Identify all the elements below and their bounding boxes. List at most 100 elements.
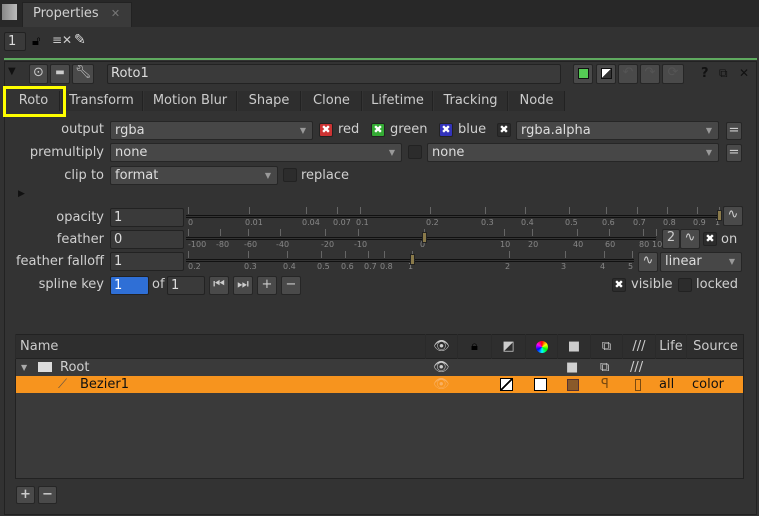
slider-handle[interactable]	[410, 254, 415, 265]
viewer-icon[interactable]: ⊙	[29, 64, 48, 84]
col-motion-blur-icon[interactable]: ⧉	[590, 334, 622, 359]
red-checkbox[interactable]: ✖	[319, 123, 333, 137]
collapse-icon[interactable]: ▼	[8, 66, 16, 77]
settings-wrench-icon[interactable]: 🔧︎	[72, 64, 94, 84]
slider-tick	[345, 251, 346, 258]
slider-tick	[306, 207, 307, 214]
bezier-blend-icon[interactable]	[567, 379, 579, 391]
locked-checkbox[interactable]	[678, 278, 692, 292]
slider-tick-label: 0.07	[333, 218, 351, 227]
output-dropdown[interactable]: rgba ▼	[110, 121, 313, 140]
tab-transform[interactable]: Transform	[61, 91, 143, 111]
slider-tick-label: 0.7	[633, 218, 646, 227]
bezier-visible-icon[interactable]: 👁︎	[433, 376, 450, 393]
slider-tick-label: 0.5	[317, 262, 330, 271]
premultiply-dropdown[interactable]: none ▼	[110, 143, 402, 162]
spline-key-input[interactable]: 1	[110, 276, 149, 295]
feather-curve-icon[interactable]: ∿	[680, 229, 700, 249]
tab-node[interactable]: Node	[509, 91, 565, 111]
slider-handle[interactable]	[422, 232, 427, 243]
falloff-type-dropdown[interactable]: linear ▼	[660, 252, 742, 272]
col-blend-icon[interactable]: ■	[557, 334, 590, 359]
properties-tab[interactable]: Properties ✕	[22, 2, 132, 27]
slider-tick	[509, 251, 510, 258]
clip-to-dropdown[interactable]: format ▼	[110, 166, 278, 185]
premultiply-link-button[interactable]: =	[726, 144, 742, 162]
slider-handle[interactable]	[717, 210, 722, 221]
premultiply-checkbox[interactable]	[408, 145, 422, 159]
slider-tick-label: 5	[628, 262, 634, 271]
col-visible-icon[interactable]: 👁︎	[425, 334, 457, 359]
col-source[interactable]: Source	[686, 334, 744, 359]
slider-tick	[358, 229, 359, 236]
col-name[interactable]: Name	[15, 334, 425, 359]
remove-key-icon[interactable]: −	[281, 276, 301, 295]
bezier-motion-blur-icon[interactable]: ꟼ	[601, 376, 609, 393]
visible-checkbox[interactable]: ✖	[612, 278, 626, 292]
bezier-invert-icon[interactable]	[500, 378, 513, 391]
close-tab-icon[interactable]: ✕	[111, 7, 120, 20]
float-icon[interactable]: ⧉	[719, 66, 728, 81]
output-label: output	[61, 122, 104, 137]
prev-key-icon[interactable]: ⏮	[209, 276, 229, 295]
opacity-slider[interactable]: 0 0.01 0.04 0.07 0.1 0.2 0.3 0.4 0.5 0.6 0.7 0.8 0.9…	[186, 207, 722, 229]
col-invert-icon[interactable]: ◩	[491, 334, 525, 359]
opacity-input[interactable]: 1	[110, 208, 184, 227]
close-node-icon[interactable]: ✕	[739, 66, 749, 80]
alpha-dropdown[interactable]: rgba.alpha ▼	[516, 121, 719, 140]
bezier-feather-icon[interactable]	[635, 379, 641, 391]
feather-on-checkbox[interactable]: ✖	[703, 232, 717, 246]
feather-falloff-slider[interactable]: 0.2 0.3 0.4 0.5 0.6 0.7 0.8 1 2 3 4 5	[186, 251, 634, 273]
next-key-icon[interactable]: ⏭	[233, 276, 253, 295]
root-visible-icon[interactable]: 👁︎	[433, 359, 450, 376]
tab-clone[interactable]: Clone	[302, 91, 362, 111]
blue-checkbox[interactable]: ✖	[439, 123, 453, 137]
add-key-icon[interactable]: +	[257, 276, 277, 295]
col-color-icon[interactable]	[525, 334, 557, 359]
overlay-toggle-icon[interactable]	[596, 64, 616, 84]
replace-checkbox[interactable]	[283, 168, 297, 182]
revert-icon[interactable]: ⟳	[662, 64, 684, 84]
slider-tick-label: -80	[216, 240, 230, 249]
col-feather-icon[interactable]: ///	[622, 334, 655, 359]
max-panels-input[interactable]: 1	[4, 32, 26, 51]
feather-falloff-input[interactable]: 1	[110, 252, 184, 271]
green-toggle-icon[interactable]	[573, 64, 593, 84]
output-link-button[interactable]: =	[726, 122, 742, 140]
tab-shape[interactable]: Shape	[238, 91, 301, 111]
lock-icon[interactable]: 🔓︎	[32, 34, 40, 49]
redo-icon[interactable]: ↷	[640, 64, 660, 84]
help-icon[interactable]: ?	[701, 66, 709, 81]
feather-count-button[interactable]: 2	[662, 229, 680, 249]
add-shape-button[interactable]: +	[16, 486, 35, 504]
node-name-input[interactable]: Roto1	[107, 64, 561, 84]
opacity-curve-icon[interactable]: ∿	[723, 206, 743, 226]
pencil-icon[interactable]: ✎	[74, 32, 86, 48]
red-label: red	[338, 122, 360, 137]
table-row-bezier[interactable]: ⟋ Bezier1 👁︎ ꟼ all color	[16, 376, 743, 393]
tab-tracking[interactable]: Tracking	[434, 91, 508, 111]
expand-root-icon[interactable]: ▼	[21, 359, 27, 376]
clear-panel-icon[interactable]: ≡✕	[52, 33, 72, 47]
node-color-icon[interactable]: ▬	[50, 64, 70, 84]
green-checkbox[interactable]: ✖	[371, 123, 385, 137]
panel-menu-icon[interactable]	[2, 4, 17, 20]
root-motion-blur-icon[interactable]: ⧉	[600, 359, 609, 376]
expand-arrow-icon[interactable]: ▶	[18, 189, 25, 199]
remove-shape-button[interactable]: −	[38, 486, 57, 504]
table-row-root[interactable]: ▼ Root 👁︎ ■ ⧉ ///	[16, 359, 743, 376]
bezier-color-swatch[interactable]	[534, 378, 547, 391]
col-life[interactable]: Life	[655, 334, 686, 359]
premultiply-channel-dropdown[interactable]: none ▼	[427, 143, 719, 162]
feather-input[interactable]: 0	[110, 230, 184, 249]
tab-motion-blur[interactable]: Motion Blur	[144, 91, 237, 111]
slider-tick	[220, 229, 221, 236]
feather-slider[interactable]: -100 -80 -60 -40 -20 -10 0 10 20 40 60 80 100	[186, 229, 667, 251]
root-blend-icon[interactable]: ■	[566, 359, 578, 376]
falloff-curve-icon[interactable]: ∿	[638, 252, 658, 272]
tab-lifetime[interactable]: Lifetime	[363, 91, 433, 111]
undo-icon[interactable]: ↶	[618, 64, 638, 84]
alpha-checkbox[interactable]: ✖	[497, 123, 511, 137]
root-feather-icon[interactable]: ///	[630, 359, 643, 376]
col-lock-icon[interactable]: 🔒︎	[457, 334, 491, 359]
